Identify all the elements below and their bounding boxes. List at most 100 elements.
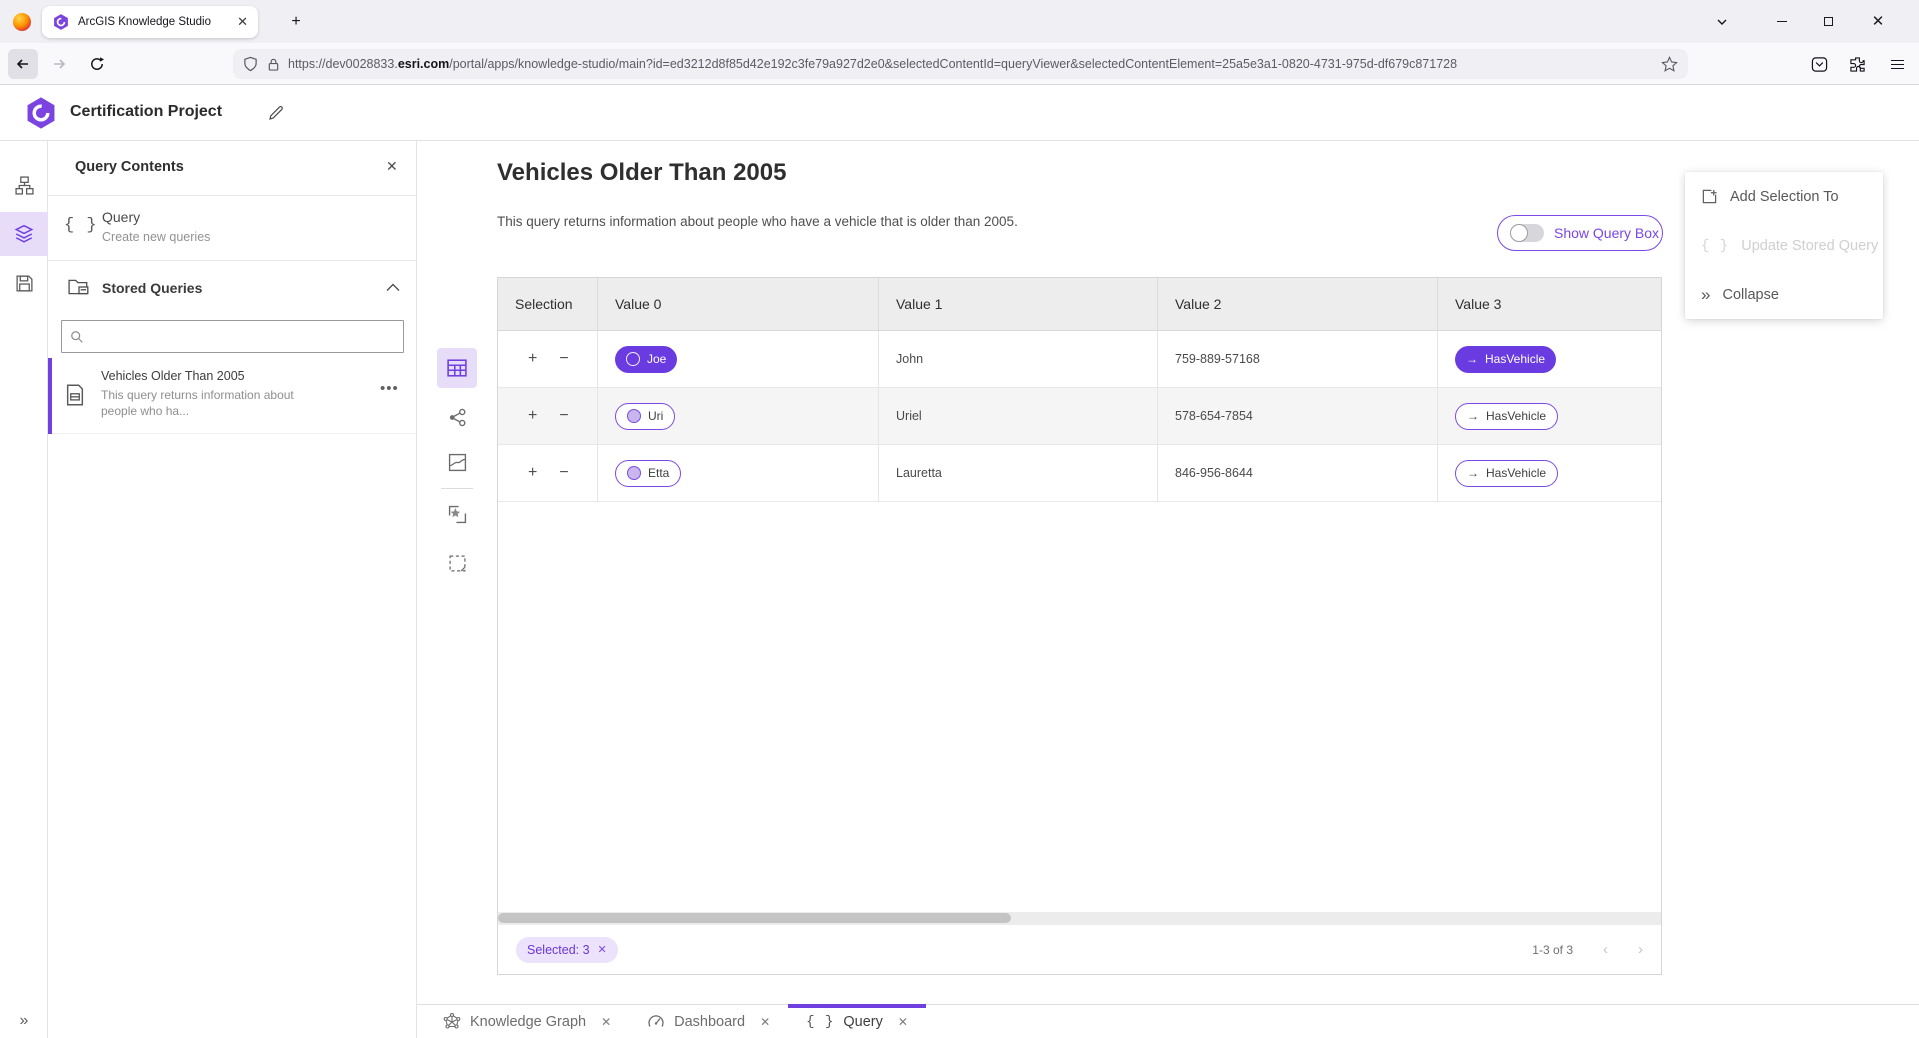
left-rail: » bbox=[0, 141, 48, 1038]
window-minimize-button[interactable] bbox=[1760, 0, 1804, 42]
entity-pill[interactable]: Uri bbox=[615, 403, 675, 430]
pocket-icon[interactable] bbox=[1808, 53, 1830, 75]
entity-cell: Etta bbox=[598, 445, 879, 501]
stored-query-item[interactable]: Vehicles Older Than 2005 This query retu… bbox=[48, 358, 416, 434]
stored-query-title: Vehicles Older Than 2005 bbox=[101, 369, 245, 383]
remove-selection-icon[interactable]: − bbox=[559, 407, 568, 425]
bottom-tab-dashboard[interactable]: Dashboard✕ bbox=[629, 1005, 788, 1038]
map-view-button[interactable] bbox=[437, 442, 477, 482]
close-tab-icon[interactable]: ✕ bbox=[898, 1015, 908, 1029]
table-header-row: SelectionValue 0Value 1Value 2Value 3 bbox=[498, 278, 1661, 331]
selected-count-chip[interactable]: Selected: 3 ✕ bbox=[516, 937, 618, 963]
arrow-right-icon: → bbox=[1467, 466, 1479, 480]
double-chevron-icon: » bbox=[1701, 286, 1710, 304]
item-options-icon[interactable]: ••• bbox=[380, 380, 399, 397]
scrollbar-thumb[interactable] bbox=[498, 913, 1011, 923]
menu-item-collapse[interactable]: »Collapse bbox=[1685, 270, 1883, 319]
extensions-icon[interactable] bbox=[1846, 53, 1868, 75]
table-row[interactable]: +−EttaLauretta846-956-8644→HasVehicle bbox=[498, 445, 1661, 502]
query-create-item[interactable]: { } Query Create new queries bbox=[48, 196, 416, 261]
save-tool[interactable] bbox=[0, 261, 48, 305]
firefox-icon[interactable] bbox=[13, 13, 31, 31]
braces-icon: { } bbox=[806, 1013, 834, 1030]
braces-icon: { } bbox=[64, 216, 98, 235]
edit-title-icon[interactable] bbox=[266, 103, 286, 123]
data-model-tool[interactable] bbox=[0, 163, 48, 207]
screen: ArcGIS Knowledge Studio ✕ + ✕ https://de… bbox=[0, 0, 1919, 1038]
panel-close-icon[interactable]: ✕ bbox=[386, 158, 398, 175]
entity-pill[interactable]: Joe bbox=[615, 346, 677, 373]
forward-button[interactable] bbox=[44, 49, 74, 79]
table-row[interactable]: +−UriUriel578-654-7854→HasVehicle bbox=[498, 388, 1661, 445]
entity-circle-icon bbox=[626, 352, 640, 366]
remove-selection-icon[interactable]: − bbox=[559, 464, 568, 482]
selection-cell: +− bbox=[498, 331, 598, 387]
toggle-switch[interactable] bbox=[1510, 224, 1544, 242]
selection-cell: +− bbox=[498, 388, 598, 444]
strip-divider bbox=[441, 488, 473, 489]
search-icon bbox=[70, 330, 84, 344]
app-header: Certification Project ? PL publisher2 la… bbox=[0, 85, 1919, 141]
menu-item-add-selection-to[interactable]: Add Selection To bbox=[1685, 172, 1883, 221]
stored-queries-header[interactable]: Stored Queries bbox=[48, 261, 416, 315]
entity-pill[interactable]: Etta bbox=[615, 460, 681, 487]
project-title: Certification Project bbox=[70, 103, 222, 121]
window-maximize-button[interactable] bbox=[1806, 0, 1850, 42]
clear-selection-icon[interactable]: ✕ bbox=[598, 943, 607, 956]
window-close-button[interactable]: ✕ bbox=[1856, 0, 1900, 42]
tracking-shield-icon[interactable] bbox=[243, 56, 258, 72]
table-view-button[interactable] bbox=[437, 348, 477, 388]
back-button[interactable] bbox=[8, 49, 38, 79]
relationship-pill[interactable]: →HasVehicle bbox=[1455, 460, 1558, 487]
prev-page-icon[interactable]: ‹ bbox=[1603, 941, 1608, 958]
panel-header: Query Contents ✕ bbox=[48, 141, 416, 196]
search-input[interactable] bbox=[92, 329, 395, 344]
column-header-value-2[interactable]: Value 2 bbox=[1158, 278, 1438, 330]
hamburger-menu-icon[interactable] bbox=[1884, 51, 1910, 77]
bottom-tab-knowledge-graph[interactable]: Knowledge Graph✕ bbox=[425, 1005, 629, 1038]
braces-icon: { } bbox=[1701, 237, 1729, 254]
selected-indicator bbox=[48, 358, 52, 434]
column-header-value-0[interactable]: Value 0 bbox=[598, 278, 879, 330]
relationship-pill[interactable]: →HasVehicle bbox=[1455, 346, 1556, 373]
bookmark-star-icon[interactable] bbox=[1661, 56, 1678, 73]
next-page-icon[interactable]: › bbox=[1638, 941, 1643, 958]
link-chart-view-button[interactable] bbox=[437, 397, 477, 437]
tab-close-icon[interactable]: ✕ bbox=[237, 14, 248, 30]
browser-navbar: https://dev0028833.esri.com/portal/apps/… bbox=[0, 43, 1919, 85]
bottom-tab-query[interactable]: { }Query✕ bbox=[788, 1005, 926, 1038]
column-header-value-1[interactable]: Value 1 bbox=[879, 278, 1158, 330]
selection-tool-button[interactable] bbox=[437, 543, 477, 583]
add-selection-icon bbox=[1701, 188, 1718, 205]
relationship-pill[interactable]: →HasVehicle bbox=[1455, 403, 1558, 430]
new-tab-button[interactable]: + bbox=[284, 10, 308, 34]
reload-button[interactable] bbox=[82, 49, 112, 79]
horizontal-scrollbar[interactable] bbox=[498, 912, 1661, 924]
chevron-up-icon[interactable] bbox=[386, 283, 400, 292]
add-selection-icon[interactable]: + bbox=[528, 464, 537, 482]
browser-tab[interactable]: ArcGIS Knowledge Studio ✕ bbox=[42, 6, 258, 38]
expand-rail-icon[interactable]: » bbox=[0, 1012, 48, 1030]
add-to-map-button[interactable] bbox=[437, 494, 477, 534]
close-tab-icon[interactable]: ✕ bbox=[601, 1015, 611, 1029]
stored-queries-search[interactable] bbox=[61, 320, 404, 353]
close-tab-icon[interactable]: ✕ bbox=[760, 1015, 770, 1029]
column-header-selection[interactable]: Selection bbox=[498, 278, 598, 330]
map-icon bbox=[448, 453, 467, 472]
show-query-box-toggle[interactable]: Show Query Box bbox=[1497, 215, 1663, 251]
list-tabs-icon[interactable] bbox=[1712, 12, 1732, 32]
contents-tool[interactable] bbox=[0, 212, 48, 256]
url-bar[interactable]: https://dev0028833.esri.com/portal/apps/… bbox=[233, 49, 1688, 79]
stored-queries-folder-icon bbox=[68, 277, 90, 297]
entity-cell: Joe bbox=[598, 331, 879, 387]
hierarchy-icon bbox=[15, 176, 34, 195]
table-row[interactable]: +−JoeJohn759-889-57168→HasVehicle bbox=[498, 331, 1661, 388]
entity-circle-icon bbox=[627, 409, 641, 423]
layers-icon bbox=[14, 224, 34, 244]
add-selection-icon[interactable]: + bbox=[528, 407, 537, 425]
column-header-value-3[interactable]: Value 3 bbox=[1438, 278, 1661, 330]
remove-selection-icon[interactable]: − bbox=[559, 350, 568, 368]
value-cell: John bbox=[879, 331, 1158, 387]
page-info: 1-3 of 3 bbox=[1532, 943, 1573, 957]
add-selection-icon[interactable]: + bbox=[528, 350, 537, 368]
